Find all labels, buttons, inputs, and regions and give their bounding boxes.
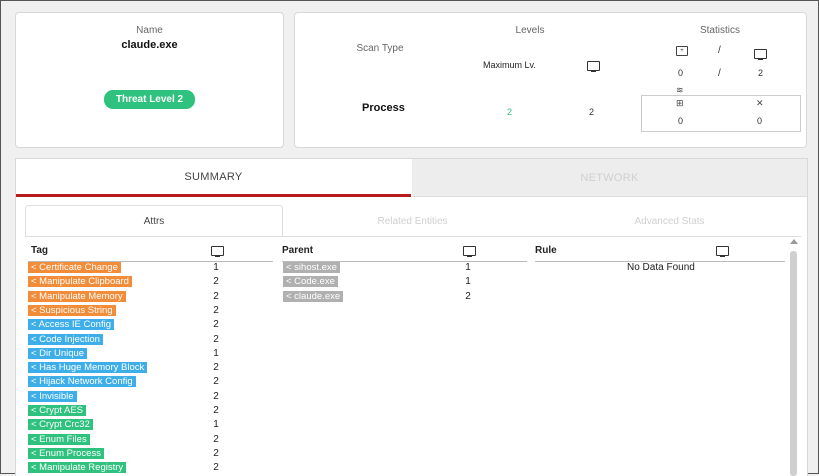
tag-count: 2 xyxy=(213,362,219,374)
tag-count: 1 xyxy=(213,262,219,273)
rule-host-icon xyxy=(716,246,729,257)
tag-count: 2 xyxy=(213,390,219,402)
stat-top-left: 0 xyxy=(678,68,684,78)
table-row: < Code.exe xyxy=(283,276,338,288)
stat-bottom-left: 0 xyxy=(678,116,684,126)
tag-chip[interactable]: < Crypt AES xyxy=(28,405,87,416)
subtab-attrs[interactable]: Attrs xyxy=(25,205,283,237)
tag-chip[interactable]: < Manipulate Registry xyxy=(28,462,127,474)
table-row: < Enum Process xyxy=(28,447,104,460)
scrollbar[interactable] xyxy=(789,239,799,476)
tag-chip[interactable]: < Crypt Crc32 xyxy=(28,419,93,431)
parent-host-icon xyxy=(463,246,476,257)
column-tag: Tag xyxy=(31,245,49,256)
scroll-thumb[interactable] xyxy=(790,251,797,476)
total-monitor-icon xyxy=(754,49,767,60)
table-row: < Certificate Change xyxy=(28,262,121,274)
table-row: < Crypt AES xyxy=(28,405,87,417)
threat-monitor-icon: + xyxy=(676,46,688,56)
stat-top-right: 2 xyxy=(758,68,764,78)
subtab-advanced-stats[interactable]: Advanced Stats xyxy=(543,205,796,237)
table-row: < Invisible xyxy=(28,390,77,403)
tag-count: 2 xyxy=(213,276,219,288)
stats-slash-bottom: / xyxy=(718,68,721,79)
stats-slash-top: / xyxy=(718,45,721,56)
table-row: < Manipulate Registry xyxy=(28,462,127,474)
table-row: < Enum Files xyxy=(28,433,90,446)
statistics-label: Statistics xyxy=(699,25,740,36)
scan-type-label: Scan Type xyxy=(356,43,404,54)
tag-host-icon xyxy=(211,246,224,257)
disconnect-icon: ✕ xyxy=(756,98,764,108)
process-level-value: 2 xyxy=(507,107,513,117)
tag-chip[interactable]: < Enum Process xyxy=(28,447,104,459)
tag-count: 2 xyxy=(213,304,219,316)
table-row: < Access IE Config xyxy=(28,319,114,331)
tag-count: 1 xyxy=(213,347,219,359)
tag-chip[interactable]: < Code Injection xyxy=(28,333,103,345)
parent-count: 1 xyxy=(465,276,471,288)
parent-chip[interactable]: < claude.exe xyxy=(283,290,344,302)
process-label: Process xyxy=(362,102,405,114)
table-row: < Hijack Network Config xyxy=(28,376,136,388)
table-row: < Dir Unique xyxy=(28,347,88,360)
tag-count: 2 xyxy=(213,447,219,459)
tag-count: 2 xyxy=(213,290,219,302)
column-parent: Parent xyxy=(282,245,314,256)
tag-chip[interactable]: < Dir Unique xyxy=(28,347,88,359)
tag-count: 2 xyxy=(213,433,219,445)
subtab-divider xyxy=(25,236,801,237)
table-row: < Code Injection xyxy=(28,333,103,346)
max-level-label: Maximum Lv. xyxy=(483,60,536,70)
tag-chip[interactable]: < Manipulate Clipboard xyxy=(28,276,132,288)
parent-chip[interactable]: < sihost.exe xyxy=(283,262,340,273)
tag-chip[interactable]: < Access IE Config xyxy=(28,319,114,331)
details-panel: SUMMARY NETWORK Attrs Related Entities A… xyxy=(15,158,808,476)
tag-chip[interactable]: < Hijack Network Config xyxy=(28,376,136,388)
stat-bottom-right: 0 xyxy=(757,116,763,126)
tag-chip[interactable]: < Certificate Change xyxy=(28,262,121,273)
levels-label: Levels xyxy=(515,25,545,36)
tag-count: 2 xyxy=(213,376,219,388)
scroll-up-arrow-icon[interactable] xyxy=(790,239,798,244)
network-topology-icon: ⊞ xyxy=(676,98,684,108)
table-row: < Manipulate Memory xyxy=(28,290,126,303)
process-name: claude.exe xyxy=(121,39,178,51)
tag-count: 2 xyxy=(213,405,219,416)
name-label: Name xyxy=(136,25,163,36)
tag-count: 2 xyxy=(213,462,219,474)
column-rule: Rule xyxy=(535,245,557,256)
table-row: < Manipulate Clipboard xyxy=(28,276,132,288)
tab-network[interactable]: NETWORK xyxy=(412,159,807,197)
tag-chip[interactable]: < Manipulate Memory xyxy=(28,290,126,302)
table-row: < sihost.exe xyxy=(283,262,340,274)
tag-chip[interactable]: < Enum Files xyxy=(28,433,90,445)
table-row: < Crypt Crc32 xyxy=(28,419,93,431)
subtab-related-entities[interactable]: Related Entities xyxy=(286,205,539,237)
tag-count: 1 xyxy=(213,419,219,431)
levels-card: Levels Statistics Scan Type Maximum Lv. … xyxy=(294,12,807,148)
process-host-count: 2 xyxy=(589,107,595,117)
parent-count: 1 xyxy=(465,262,471,273)
table-row: < Has Huge Memory Block xyxy=(28,362,148,374)
threat-level-badge: Threat Level 2 xyxy=(103,90,196,109)
network-stats-box: ⊞ ✕ 0 0 xyxy=(641,95,801,132)
tag-chip[interactable]: < Suspicious String xyxy=(28,304,116,316)
tag-count: 2 xyxy=(213,333,219,345)
tag-chip[interactable]: < Has Huge Memory Block xyxy=(28,362,148,374)
table-row: < Suspicious String xyxy=(28,304,116,317)
name-card: Name claude.exe Threat Level 2 xyxy=(15,12,284,148)
parent-chip[interactable]: < Code.exe xyxy=(283,276,338,288)
tag-chip[interactable]: < Invisible xyxy=(28,390,77,402)
table-row: < claude.exe xyxy=(283,290,344,303)
tab-summary[interactable]: SUMMARY xyxy=(16,159,411,197)
rule-empty-message: No Data Found xyxy=(627,262,695,273)
tag-count: 2 xyxy=(213,319,219,331)
host-monitor-icon xyxy=(587,61,600,72)
parent-count: 2 xyxy=(465,290,471,302)
